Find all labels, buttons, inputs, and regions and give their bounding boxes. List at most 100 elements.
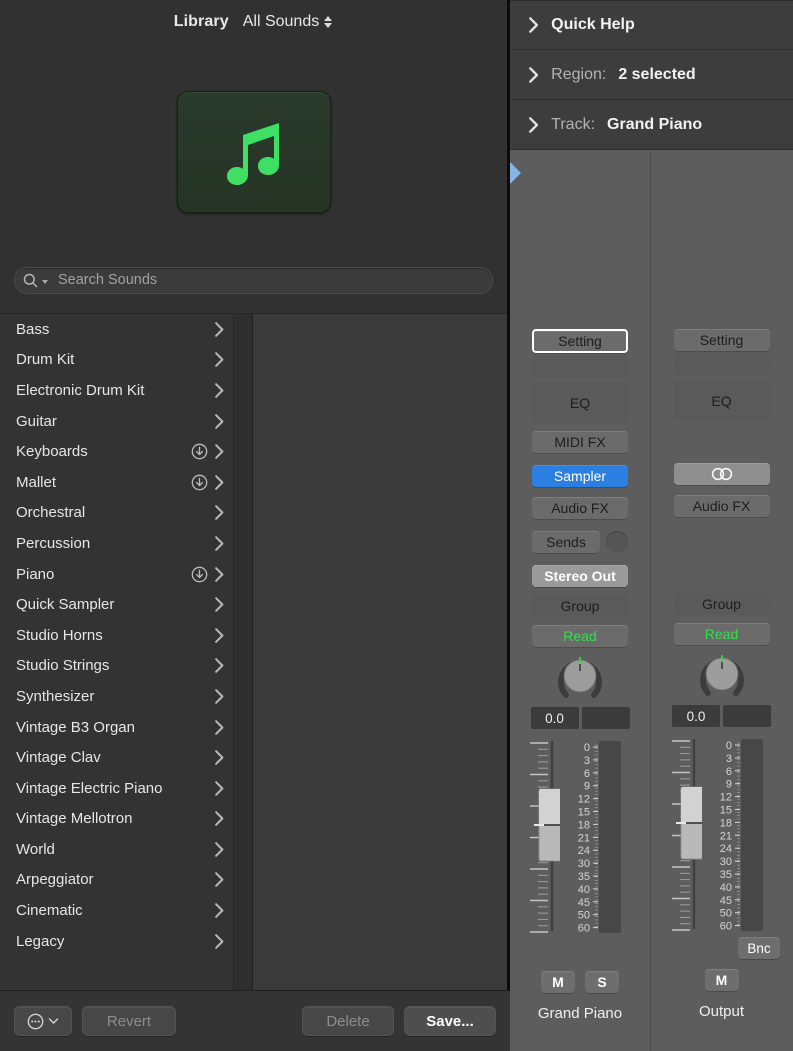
- pan-value-field[interactable]: [581, 707, 630, 729]
- inspector-row[interactable]: Track: Grand Piano: [510, 100, 793, 150]
- library-category-label: Mallet: [16, 473, 57, 491]
- library-category-label: Synthesizer: [16, 687, 95, 705]
- group-slot[interactable]: Group: [673, 593, 770, 615]
- svg-text:12: 12: [719, 792, 731, 804]
- library-category-label: Piano: [16, 565, 55, 583]
- library-category-item[interactable]: Legacy: [0, 926, 233, 957]
- svg-text:21: 21: [578, 832, 590, 844]
- send-level-knob[interactable]: [606, 531, 628, 553]
- library-category-item[interactable]: Keyboards: [0, 436, 233, 467]
- library-category-item[interactable]: Piano: [0, 559, 233, 590]
- setting-button[interactable]: Setting: [532, 329, 628, 353]
- svg-text:24: 24: [578, 845, 590, 857]
- library-category-item[interactable]: World: [0, 834, 233, 865]
- sends-slot[interactable]: Sends: [532, 531, 600, 553]
- library-category-label: Vintage Mellotron: [16, 810, 133, 828]
- automation-mode-button[interactable]: Read: [532, 625, 628, 647]
- chevron-right-icon: [215, 321, 224, 337]
- library-category-label: Arpeggiator: [16, 871, 94, 889]
- stereo-mode-button[interactable]: [673, 463, 770, 485]
- chevron-right-icon: [215, 719, 224, 735]
- search-row: Search Sounds: [0, 259, 507, 301]
- channel-strip[interactable]: Setting EQ Audio FX Group Read 0.0 0 3 6 9 12…: [651, 152, 792, 1051]
- stereo-pair-icon: [711, 467, 732, 481]
- mute-button[interactable]: M: [704, 969, 739, 991]
- library-category-label: Keyboards: [16, 443, 88, 461]
- chevron-down-icon[interactable]: [42, 279, 48, 284]
- audio-fx-slot[interactable]: Audio FX: [532, 497, 628, 519]
- inspector-title: Quick Help: [551, 16, 635, 33]
- inspector-row[interactable]: Quick Help: [510, 0, 793, 50]
- chevron-right-icon: [529, 66, 539, 83]
- pan-knob-wrap[interactable]: [696, 647, 748, 703]
- midi-fx-slot[interactable]: MIDI FX: [532, 431, 628, 453]
- automation-mode-button[interactable]: Read: [673, 623, 770, 645]
- chevron-right-icon: [215, 597, 224, 612]
- library-category-item[interactable]: Orchestral: [0, 498, 233, 529]
- solo-button[interactable]: S: [585, 971, 619, 993]
- library-category-item[interactable]: Drum Kit: [0, 345, 233, 376]
- library-category-label: Guitar: [16, 412, 57, 430]
- revert-button[interactable]: Revert: [82, 1006, 176, 1036]
- library-category-item[interactable]: Quick Sampler: [0, 589, 233, 620]
- svg-text:3: 3: [725, 753, 731, 765]
- library-category-label: Percussion: [16, 534, 91, 552]
- sound-scope-selector[interactable]: All Sounds: [243, 13, 334, 31]
- eq-slot[interactable]: EQ: [673, 381, 770, 421]
- mute-button[interactable]: M: [541, 971, 575, 993]
- library-category-item[interactable]: Guitar: [0, 406, 233, 437]
- library-category-item[interactable]: Vintage Clav: [0, 742, 233, 773]
- library-category-item[interactable]: Cinematic: [0, 895, 233, 926]
- library-category-label: World: [16, 840, 55, 858]
- library-category-item[interactable]: Vintage B3 Organ: [0, 712, 233, 743]
- volume-value-field[interactable]: 0.0: [530, 707, 579, 729]
- audio-fx-slot[interactable]: Audio FX: [673, 495, 770, 517]
- library-category-item[interactable]: Vintage Mellotron: [0, 804, 233, 835]
- inspector-row[interactable]: Region: 2 selected: [510, 50, 793, 100]
- group-slot[interactable]: Group: [532, 595, 628, 617]
- strip-top-spacer: [651, 152, 792, 329]
- fader-and-meter[interactable]: 0 3 6 9 12 15 18 21 24 30 35 40 45 50 60: [530, 737, 630, 937]
- library-scrollbar[interactable]: [234, 314, 253, 990]
- library-category-item[interactable]: Percussion: [0, 528, 233, 559]
- output-slot[interactable]: Stereo Out: [532, 565, 628, 587]
- library-category-item[interactable]: Studio Strings: [0, 651, 233, 682]
- fader-and-meter[interactable]: 0 3 6 9 12 15 18 21 24 30 35 40 45 50 60: [671, 735, 772, 935]
- pan-knob-wrap[interactable]: [554, 649, 606, 705]
- library-category-list[interactable]: Bass Drum Kit Electronic Drum Kit Guitar…: [0, 314, 234, 990]
- bounce-button[interactable]: Bnc: [738, 937, 780, 959]
- svg-text:50: 50: [719, 908, 731, 920]
- empty-slot[interactable]: [532, 355, 628, 377]
- inspector-label: Region:: [551, 65, 607, 83]
- setting-button[interactable]: Setting: [673, 329, 770, 351]
- save-button[interactable]: Save...: [404, 1006, 496, 1036]
- chevron-right-icon: [215, 413, 224, 429]
- channel-strip[interactable]: Setting EQ MIDI FX Sampler Audio FX Sends S…: [510, 152, 651, 1051]
- library-category-item[interactable]: Studio Horns: [0, 620, 233, 651]
- chevron-right-icon: [215, 811, 224, 827]
- mute-solo-row: MS: [541, 971, 619, 993]
- svg-text:6: 6: [725, 766, 731, 778]
- library-category-item[interactable]: Electronic Drum Kit: [0, 375, 233, 406]
- level-meter: 03691215182124303540455060: [578, 741, 621, 935]
- svg-text:35: 35: [719, 869, 731, 881]
- pan-knob: [558, 657, 602, 698]
- channel-strip-name[interactable]: Output: [699, 1003, 744, 1020]
- level-meter: 03691215182124303540455060: [719, 739, 763, 933]
- pan-value-field[interactable]: [723, 705, 771, 727]
- empty-slot[interactable]: [673, 353, 770, 375]
- library-category-item[interactable]: Synthesizer: [0, 681, 233, 712]
- library-patch-column[interactable]: [253, 314, 507, 990]
- volume-value-field[interactable]: 0.0: [672, 705, 720, 727]
- more-options-button[interactable]: [14, 1006, 72, 1036]
- library-category-item[interactable]: Mallet: [0, 467, 233, 498]
- search-input[interactable]: Search Sounds: [14, 266, 493, 294]
- eq-slot[interactable]: EQ: [532, 383, 628, 423]
- instrument-slot[interactable]: Sampler: [532, 465, 628, 487]
- library-category-item[interactable]: Bass: [0, 314, 233, 345]
- delete-button[interactable]: Delete: [302, 1006, 394, 1036]
- library-category-item[interactable]: Vintage Electric Piano: [0, 773, 233, 804]
- channel-strip-name[interactable]: Grand Piano: [538, 1005, 622, 1022]
- chevron-right-icon: [215, 689, 224, 704]
- library-category-item[interactable]: Arpeggiator: [0, 865, 233, 896]
